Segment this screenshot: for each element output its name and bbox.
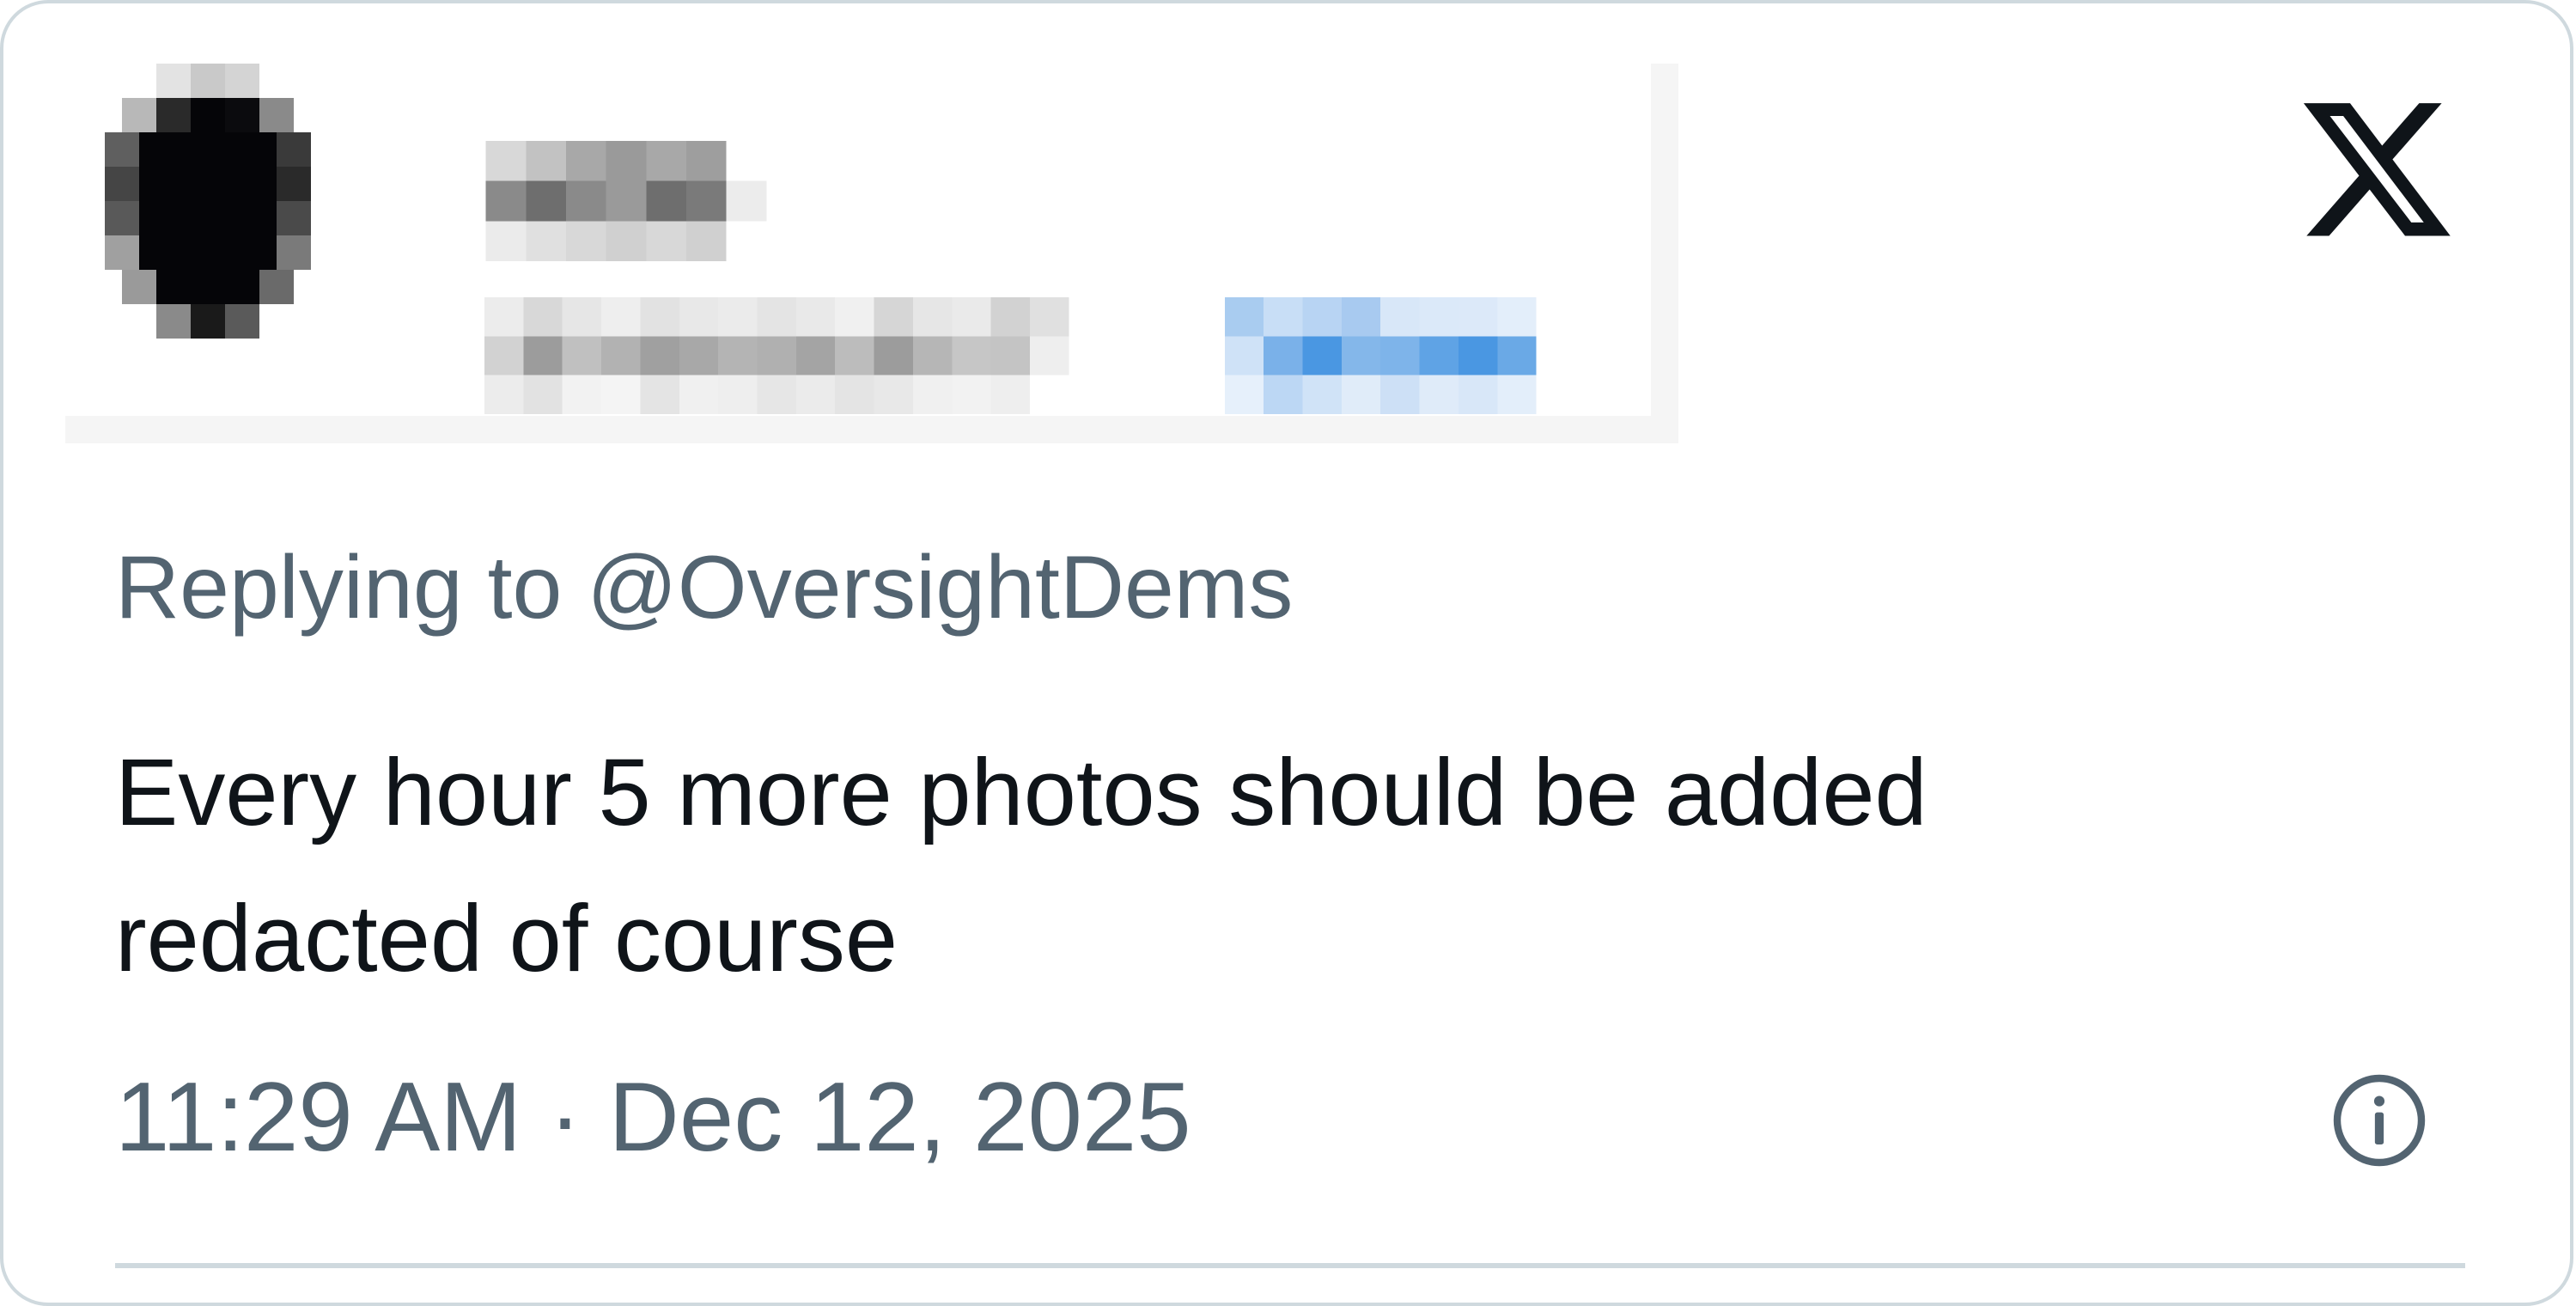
tweet-text: Every hour 5 more photos should be added… bbox=[115, 720, 2434, 1012]
tweet-date: Dec 12, 2025 bbox=[608, 1063, 1191, 1172]
tweet-time: 11:29 AM bbox=[115, 1063, 522, 1172]
tweet-timestamp[interactable]: 11:29 AM · Dec 12, 2025 bbox=[115, 1069, 1191, 1167]
tweet-text-line-2: redacted of course bbox=[115, 886, 898, 992]
tweet-card[interactable]: Replying to @OversightDems Every hour 5 … bbox=[0, 0, 2573, 1306]
replying-to-prefix: Replying to bbox=[115, 538, 563, 638]
timestamp-separator: · bbox=[548, 1063, 582, 1172]
redacted-handle-and-follow-link[interactable] bbox=[484, 296, 1575, 420]
divider bbox=[115, 1263, 2465, 1268]
replying-to-line: Replying to @OversightDems bbox=[115, 543, 1293, 632]
info-icon[interactable] bbox=[2331, 1072, 2427, 1169]
redacted-display-name[interactable] bbox=[484, 141, 768, 265]
mention-link[interactable]: @OversightDems bbox=[587, 538, 1293, 638]
avatar[interactable] bbox=[105, 64, 448, 442]
tweet-text-line-1: Every hour 5 more photos should be added bbox=[115, 740, 1927, 845]
x-logo-icon[interactable] bbox=[2295, 103, 2458, 254]
